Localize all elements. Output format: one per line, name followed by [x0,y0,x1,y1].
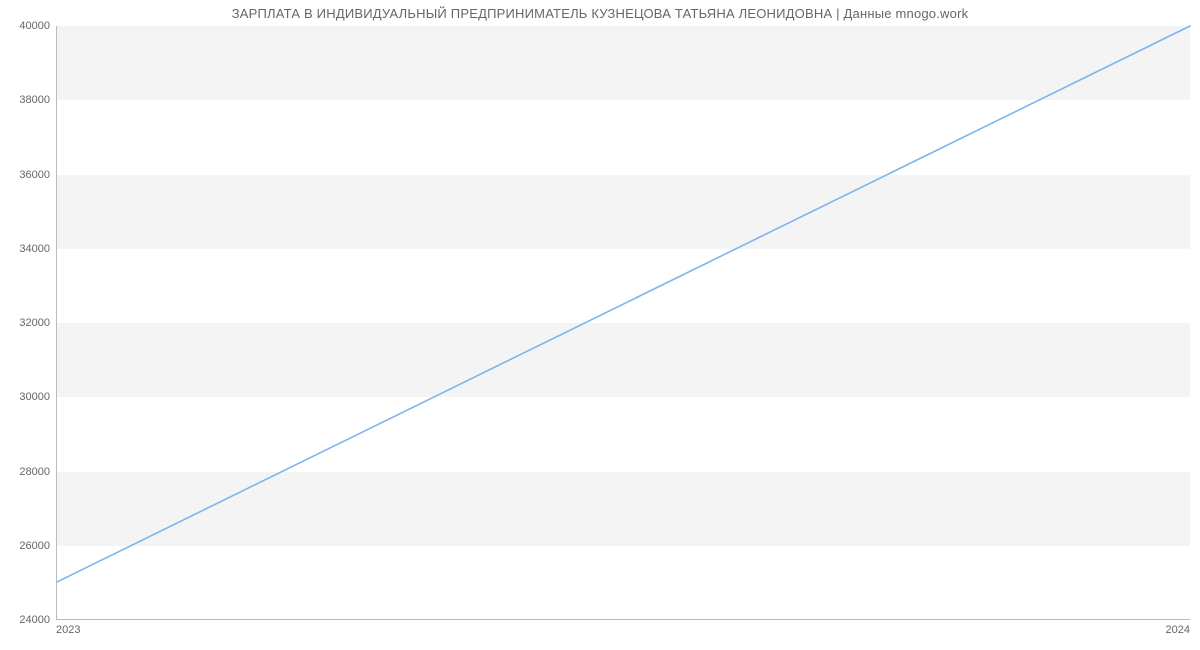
y-tick-label: 24000 [6,614,50,626]
y-tick-label: 36000 [6,169,50,181]
y-tick-label: 32000 [6,317,50,329]
line-series [57,26,1190,619]
y-tick-label: 30000 [6,391,50,403]
chart-title: ЗАРПЛАТА В ИНДИВИДУАЛЬНЫЙ ПРЕДПРИНИМАТЕЛ… [0,6,1200,21]
y-tick-label: 40000 [6,20,50,32]
y-tick-label: 28000 [6,466,50,478]
x-tick-label: 2024 [1166,624,1190,636]
plot-area [56,26,1190,620]
y-tick-label: 38000 [6,94,50,106]
y-tick-label: 26000 [6,540,50,552]
chart-container: ЗАРПЛАТА В ИНДИВИДУАЛЬНЫЙ ПРЕДПРИНИМАТЕЛ… [0,0,1200,650]
x-tick-label: 2023 [56,624,80,636]
y-tick-label: 34000 [6,243,50,255]
series-line [57,26,1190,582]
